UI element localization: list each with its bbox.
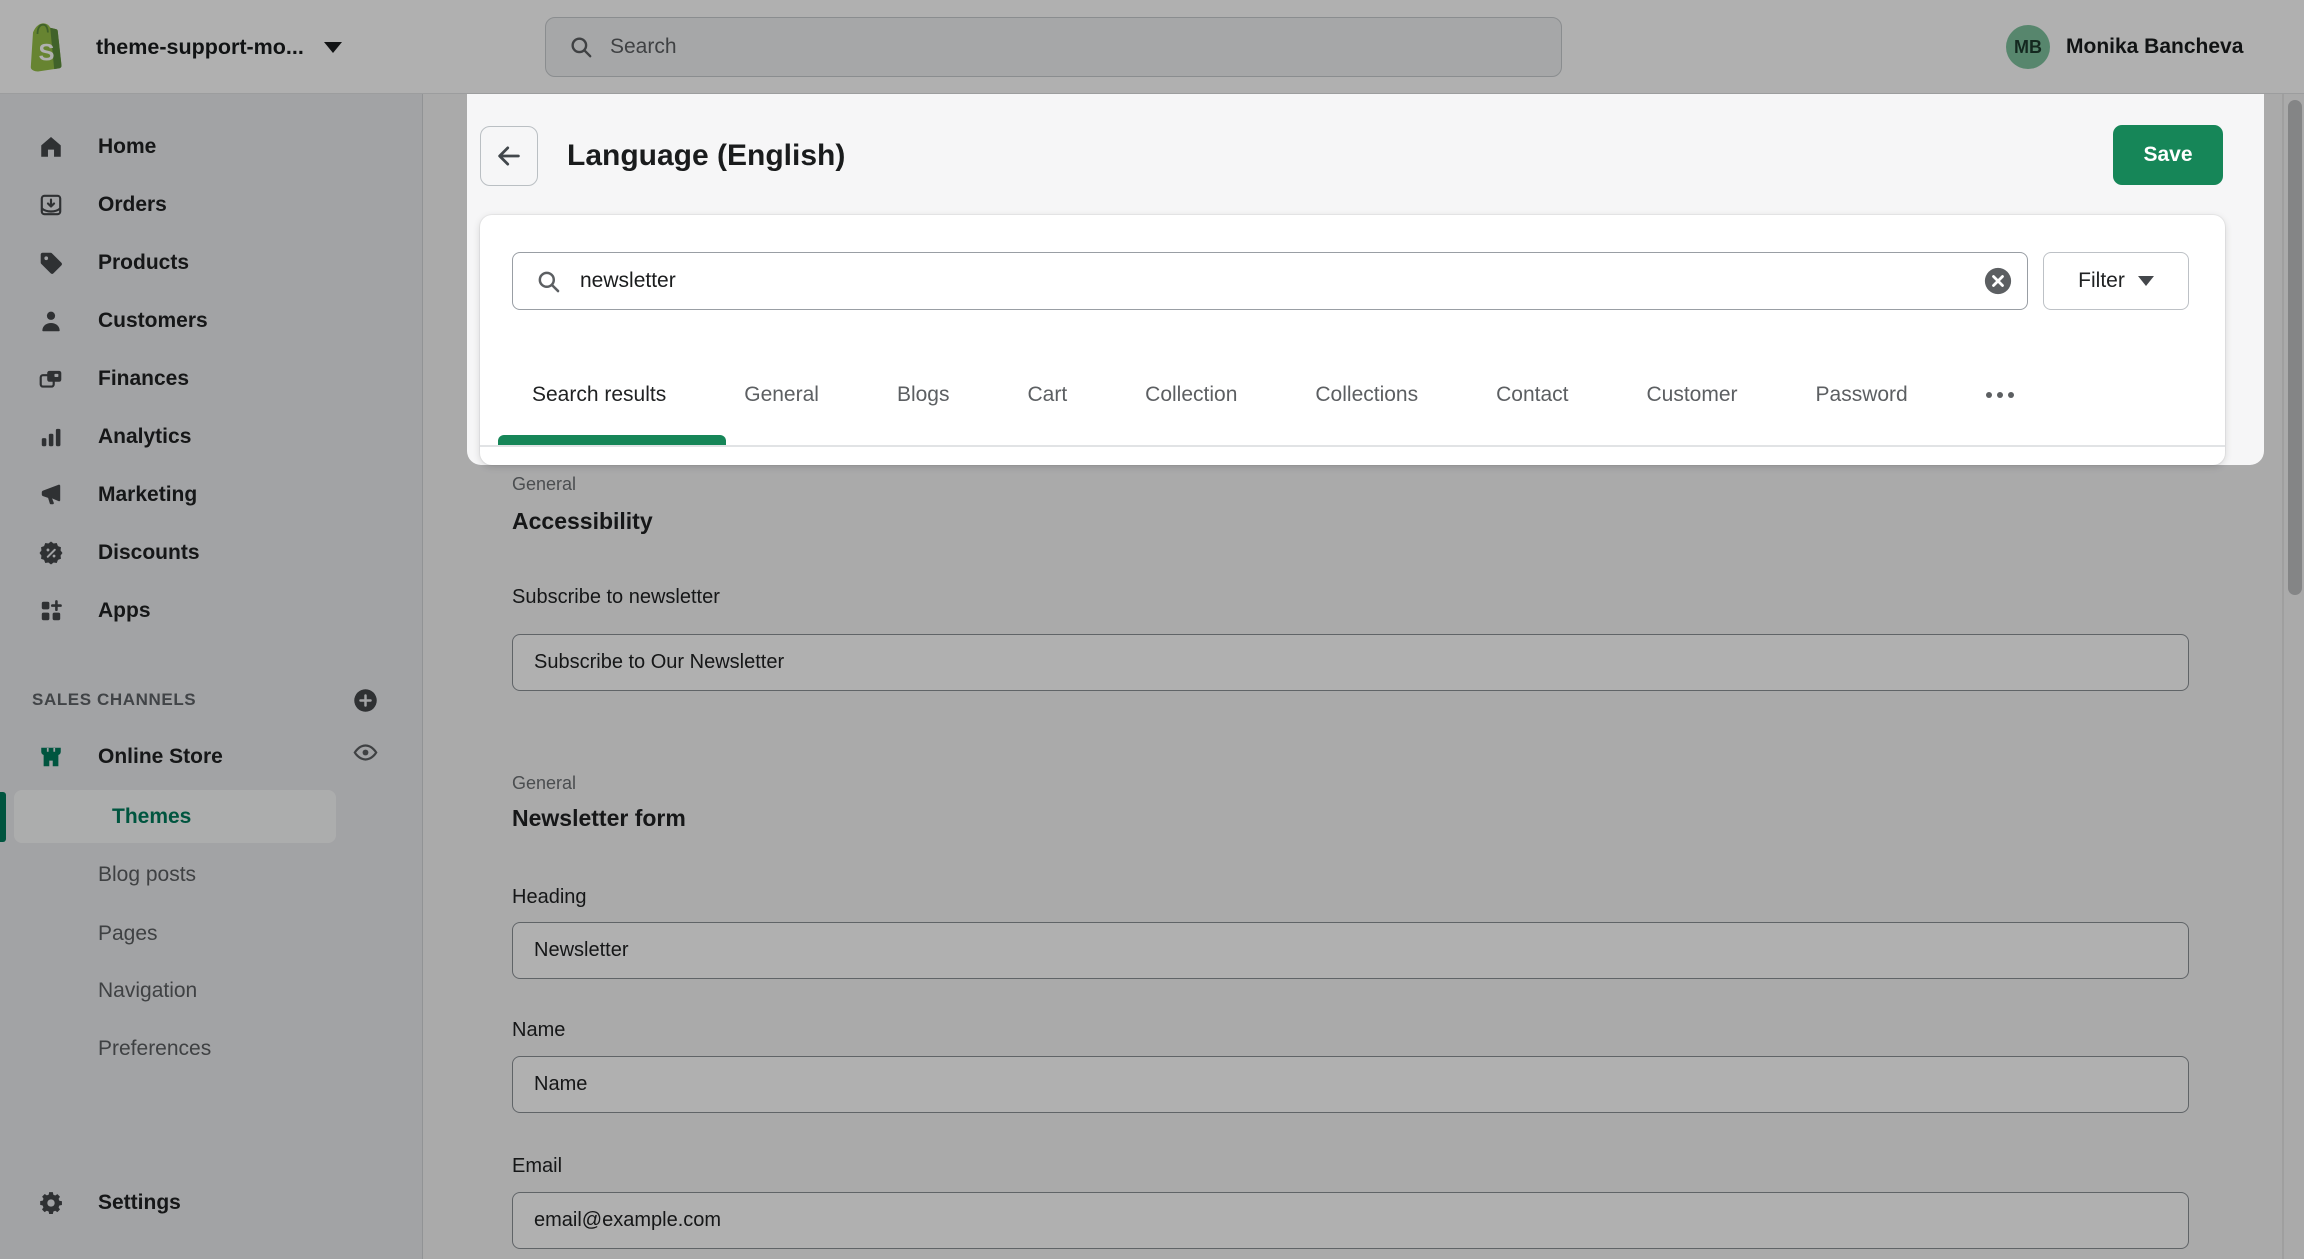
sidebar-item-analytics[interactable]: Analytics (0, 408, 423, 466)
translation-search-input[interactable] (580, 269, 1940, 293)
filter-button[interactable]: Filter (2043, 252, 2189, 310)
section-category: General (512, 773, 576, 794)
sidebar: Home Orders Products Customers Finances … (0, 94, 423, 1259)
sidebar-item-navigation[interactable]: Navigation (0, 966, 423, 1016)
tag-icon (38, 250, 64, 276)
topbar: S theme-support-mo... MB Monika Bancheva (0, 0, 2304, 94)
field-label: Name (512, 1019, 565, 1042)
sidebar-item-label: Online Store (98, 745, 223, 769)
sales-channels-label: SALES CHANNELS (32, 690, 196, 710)
eye-icon[interactable] (352, 739, 379, 766)
finances-icon (38, 366, 64, 392)
sidebar-item-label: Pages (98, 922, 158, 946)
sidebar-item-label: Preferences (98, 1037, 211, 1061)
sidebar-item-marketing[interactable]: Marketing (0, 466, 423, 524)
chevron-down-icon (324, 42, 342, 53)
sidebar-item-label: Settings (98, 1191, 181, 1215)
tab-bar: Search results General Blogs Cart Collec… (532, 375, 2014, 415)
sidebar-item-settings[interactable]: Settings (0, 1174, 423, 1232)
sidebar-item-label: Analytics (98, 425, 191, 449)
storefront-icon (38, 744, 64, 770)
apps-icon (38, 598, 64, 624)
sidebar-item-label: Customers (98, 309, 208, 333)
clear-search-icon[interactable] (1983, 266, 2013, 296)
search-card: Filter Search results General Blogs Cart… (480, 215, 2225, 465)
back-button[interactable] (480, 126, 538, 186)
tab-cart[interactable]: Cart (1027, 383, 1067, 407)
tab-contact[interactable]: Contact (1496, 383, 1568, 407)
sidebar-item-customers[interactable]: Customers (0, 292, 423, 350)
language-editor-sheet: Language (English) Save Filter Search re… (467, 94, 2264, 465)
person-icon (38, 308, 64, 334)
user-menu[interactable]: MB Monika Bancheva (2006, 0, 2243, 94)
tab-customer[interactable]: Customer (1646, 383, 1737, 407)
filter-label: Filter (2078, 269, 2125, 293)
svg-text:S: S (39, 40, 55, 67)
section-heading: Accessibility (512, 508, 653, 535)
sidebar-item-finances[interactable]: Finances (0, 350, 423, 408)
sidebar-item-label: Orders (98, 193, 167, 217)
global-search[interactable] (545, 17, 1562, 77)
sidebar-item-discounts[interactable]: Discounts (0, 524, 423, 582)
sidebar-item-label: Home (98, 135, 156, 159)
tab-general[interactable]: General (744, 383, 819, 407)
add-sales-channel-icon[interactable] (352, 687, 379, 714)
back-arrow-icon (494, 141, 524, 171)
heading-input[interactable] (512, 922, 2189, 979)
store-switcher[interactable]: theme-support-mo... (96, 0, 342, 94)
tab-collections[interactable]: Collections (1315, 383, 1418, 407)
tab-blogs[interactable]: Blogs (897, 383, 950, 407)
tabs-overflow-icon[interactable] (1986, 392, 2014, 398)
bar-chart-icon (38, 424, 64, 450)
section-heading: Newsletter form (512, 805, 686, 832)
sales-channels-header: SALES CHANNELS (32, 682, 392, 718)
sidebar-item-pages[interactable]: Pages (0, 909, 423, 959)
section-category: General (512, 474, 576, 495)
sidebar-item-apps[interactable]: Apps (0, 582, 423, 640)
chevron-down-icon (2138, 276, 2154, 286)
orders-icon (38, 192, 64, 218)
save-button[interactable]: Save (2113, 125, 2223, 185)
sidebar-item-label: Navigation (98, 979, 197, 1003)
subscribe-to-newsletter-input[interactable] (512, 634, 2189, 691)
scrollbar-thumb[interactable] (2288, 100, 2302, 595)
sidebar-item-orders[interactable]: Orders (0, 176, 423, 234)
tab-collection[interactable]: Collection (1145, 383, 1237, 407)
global-search-input[interactable] (610, 35, 1490, 59)
store-name: theme-support-mo... (96, 35, 304, 60)
name-input[interactable] (512, 1056, 2189, 1113)
sidebar-item-preferences[interactable]: Preferences (0, 1024, 423, 1074)
tab-search-results[interactable]: Search results (532, 383, 666, 407)
sidebar-item-blog-posts[interactable]: Blog posts (0, 850, 423, 900)
sidebar-item-themes[interactable]: Themes (14, 790, 336, 843)
sidebar-item-label: Products (98, 251, 189, 275)
sidebar-item-label: Finances (98, 367, 189, 391)
tabs-divider (480, 445, 2225, 447)
field-label: Subscribe to newsletter (512, 586, 720, 609)
sidebar-item-label: Apps (98, 599, 151, 623)
sidebar-item-label: Blog posts (98, 863, 196, 887)
search-icon (535, 268, 562, 295)
avatar: MB (2006, 25, 2050, 69)
scrollbar-track[interactable] (2282, 94, 2304, 1259)
tab-password[interactable]: Password (1816, 383, 1908, 407)
email-input[interactable] (512, 1192, 2189, 1249)
sidebar-item-label: Discounts (98, 541, 200, 565)
page-title: Language (English) (567, 132, 845, 180)
home-icon (38, 134, 64, 160)
gear-icon (38, 1190, 64, 1216)
megaphone-icon (38, 482, 64, 508)
field-label: Heading (512, 886, 587, 909)
sidebar-item-label: Themes (112, 790, 191, 843)
shopify-logo-icon[interactable]: S (26, 20, 66, 73)
field-label: Email (512, 1155, 562, 1178)
sidebar-item-label: Marketing (98, 483, 197, 507)
active-item-accent-bar (0, 792, 6, 842)
sidebar-item-home[interactable]: Home (0, 118, 423, 176)
sidebar-item-products[interactable]: Products (0, 234, 423, 292)
user-name: Monika Bancheva (2066, 35, 2243, 59)
search-icon (568, 34, 594, 60)
discount-icon (38, 540, 64, 566)
translation-search-field[interactable] (512, 252, 2028, 310)
